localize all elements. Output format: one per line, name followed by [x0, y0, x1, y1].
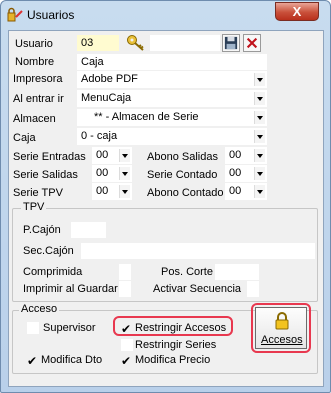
form-body: Usuario 03 Nombre Caja Impresora Adobe P…: [8, 30, 324, 387]
comprimida-checkbox[interactable]: [119, 264, 131, 280]
pcajon-input[interactable]: [71, 222, 106, 238]
chevron-down-icon[interactable]: [254, 111, 265, 124]
chevron-down-icon[interactable]: [254, 92, 265, 105]
chevron-down-icon[interactable]: [254, 167, 265, 180]
activar-secuencia-label: Activar Secuencia: [153, 283, 242, 295]
save-button[interactable]: [222, 34, 240, 52]
caja-label: Caja: [13, 132, 36, 144]
serie-tpv-select[interactable]: 00: [92, 183, 132, 200]
serie-contado-value: 00: [229, 167, 242, 179]
chevron-down-icon[interactable]: [254, 185, 265, 198]
al-entrar-select[interactable]: MenuCaja: [77, 90, 267, 107]
chevron-down-icon[interactable]: [119, 167, 130, 180]
chevron-down-icon[interactable]: [254, 73, 265, 86]
tpv-group: TPV P.Cajón Sec.Cajón Comprimida Pos. Co…: [12, 201, 318, 302]
serie-tpv-value: 00: [96, 185, 109, 197]
chevron-down-icon[interactable]: [119, 185, 130, 198]
restringir-accesos-highlight: [113, 316, 233, 336]
tpv-group-title: TPV: [21, 201, 47, 213]
usuarios-window: Usuarios X Usuario 03 Nombre Caja Impres…: [0, 0, 331, 393]
caja-value: 0 - caja: [81, 130, 118, 142]
floppy-icon: [224, 36, 238, 50]
impresora-select[interactable]: Adobe PDF: [77, 71, 267, 88]
key-icon[interactable]: [126, 34, 146, 52]
comprimida-label: Comprimida: [23, 266, 83, 278]
abono-salidas-select[interactable]: 00: [225, 147, 267, 164]
imprimir-label: Imprimir al Guardar: [23, 283, 118, 295]
title-bar[interactable]: Usuarios X: [1, 1, 330, 29]
modifica-precio-check-icon[interactable]: ✔: [121, 355, 133, 367]
window-title: Usuarios: [27, 8, 75, 22]
delete-x-icon: [246, 37, 258, 49]
abono-contado-label: Abono Contado: [147, 187, 224, 199]
pos-corte-label: Pos. Corte: [161, 266, 213, 278]
activar-secuencia-checkbox[interactable]: [247, 281, 259, 297]
restringir-series-checkbox[interactable]: [121, 339, 133, 351]
user-key-icon: [7, 7, 23, 22]
al-entrar-value: MenuCaja: [81, 92, 132, 104]
impresora-label: Impresora: [13, 73, 63, 85]
abono-salidas-value: 00: [229, 149, 242, 161]
serie-contado-select[interactable]: 00: [225, 165, 267, 182]
seccajon-input[interactable]: [81, 243, 315, 259]
modifica-precio-label: Modifica Precio: [135, 354, 211, 366]
al-entrar-label: Al entrar ir: [13, 93, 64, 105]
serie-tpv-label: Serie TPV: [13, 187, 63, 199]
imprimir-checkbox[interactable]: [119, 281, 131, 297]
usuario-input[interactable]: 03: [77, 35, 119, 51]
abono-contado-select[interactable]: 00: [225, 183, 267, 200]
serie-entradas-value: 00: [96, 149, 109, 161]
accesos-button-highlight: [251, 303, 311, 353]
almacen-select[interactable]: ** - Almacen de Serie: [77, 109, 267, 126]
almacen-value: ** - Almacen de Serie: [94, 111, 199, 123]
abono-contado-value: 00: [229, 185, 242, 197]
chevron-down-icon[interactable]: [254, 130, 265, 143]
acceso-group-title: Acceso: [19, 303, 60, 315]
serie-salidas-label: Serie Salidas: [13, 169, 78, 181]
seccajon-label: Sec.Cajón: [23, 245, 74, 257]
pcajon-label: P.Cajón: [23, 224, 61, 236]
impresora-value: Adobe PDF: [81, 73, 138, 85]
pos-corte-input[interactable]: [215, 264, 259, 280]
close-icon: X: [292, 4, 302, 19]
restringir-series-label: Restringir Series: [135, 339, 217, 351]
abono-salidas-label: Abono Salidas: [147, 151, 218, 163]
serie-salidas-select[interactable]: 00: [92, 165, 132, 182]
supervisor-label: Supervisor: [43, 322, 96, 334]
serie-entradas-select[interactable]: 00: [92, 147, 132, 164]
close-button[interactable]: X: [275, 2, 319, 21]
serie-salidas-value: 00: [96, 167, 109, 179]
serie-entradas-label: Serie Entradas: [13, 151, 86, 163]
serie-contado-label: Serie Contado: [147, 169, 218, 181]
usuario-label: Usuario: [15, 38, 53, 50]
delete-button[interactable]: [243, 34, 261, 52]
nombre-input[interactable]: Caja: [77, 54, 267, 70]
modifica-dto-check-icon[interactable]: ✔: [27, 355, 39, 367]
modifica-dto-label: Modifica Dto: [41, 354, 103, 366]
chevron-down-icon[interactable]: [119, 149, 130, 162]
supervisor-checkbox[interactable]: [27, 322, 39, 334]
nombre-label: Nombre: [15, 56, 55, 68]
chevron-down-icon[interactable]: [254, 149, 265, 162]
usuario-lookup-field[interactable]: [150, 35, 220, 51]
almacen-label: Almacen: [13, 113, 56, 125]
caja-select[interactable]: 0 - caja: [77, 128, 267, 145]
